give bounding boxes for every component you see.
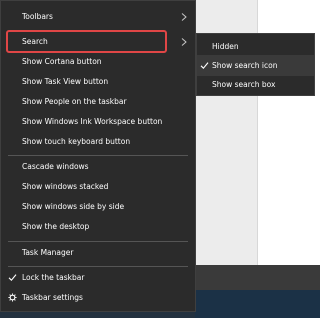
search-submenu: Hidden Show search icon Show search box (196, 33, 315, 96)
menu-item-label: Show Cortana button (22, 57, 102, 66)
menu-item-lock-the-taskbar[interactable]: Lock the taskbar (1, 267, 195, 289)
menu-item-label: Show Task View button (22, 77, 109, 86)
menu-item-label: Lock the taskbar (22, 273, 85, 282)
taskbar-context-menu: Toolbars Search Show Cortana button Show… (0, 0, 196, 312)
menu-item-label: Show the desktop (22, 222, 90, 231)
menu-item-show-task-view-button[interactable]: Show Task View button (1, 71, 195, 93)
checkmark-icon (8, 274, 17, 282)
menu-item-show-windows-stacked[interactable]: Show windows stacked (1, 176, 195, 198)
submenu-item-label: Hidden (212, 42, 239, 51)
menu-item-show-ink-workspace[interactable]: Show Windows Ink Workspace button (1, 111, 195, 133)
submenu-item-show-search-icon[interactable]: Show search icon (197, 55, 314, 76)
menu-item-label: Show touch keyboard button (22, 137, 131, 146)
menu-item-label: Taskbar settings (22, 293, 83, 302)
menu-item-show-people[interactable]: Show People on the taskbar (1, 91, 195, 113)
menu-item-label: Task Manager (22, 248, 74, 257)
menu-item-label: Show windows side by side (22, 202, 125, 211)
menu-item-label: Toolbars (22, 12, 53, 21)
menu-item-taskbar-settings[interactable]: Taskbar settings (1, 287, 195, 309)
checkmark-icon (200, 62, 209, 70)
menu-item-show-touch-keyboard[interactable]: Show touch keyboard button (1, 131, 195, 153)
taskbar-tray-area (195, 290, 320, 318)
submenu-item-hidden[interactable]: Hidden (197, 36, 314, 57)
menu-item-label: Show Windows Ink Workspace button (22, 117, 163, 126)
submenu-item-show-search-box[interactable]: Show search box (197, 74, 314, 95)
menu-item-cascade-windows[interactable]: Cascade windows (1, 156, 195, 178)
menu-item-show-windows-side-by-side[interactable]: Show windows side by side (1, 196, 195, 218)
submenu-item-label: Show search icon (212, 61, 278, 70)
menu-item-show-the-desktop[interactable]: Show the desktop (1, 216, 195, 238)
menu-item-label: Show windows stacked (22, 182, 109, 191)
menu-item-label: Cascade windows (22, 162, 89, 171)
menu-item-show-cortana-button[interactable]: Show Cortana button (1, 51, 195, 73)
menu-item-toolbars[interactable]: Toolbars (1, 6, 195, 28)
gear-icon (8, 293, 17, 302)
chevron-right-icon (181, 13, 187, 21)
menu-item-task-manager[interactable]: Task Manager (1, 242, 195, 264)
chevron-right-icon (181, 38, 187, 46)
menu-item-search[interactable]: Search (1, 31, 195, 53)
menu-item-label: Search (22, 37, 48, 46)
menu-item-label: Show People on the taskbar (22, 97, 127, 106)
submenu-item-label: Show search box (212, 80, 276, 89)
